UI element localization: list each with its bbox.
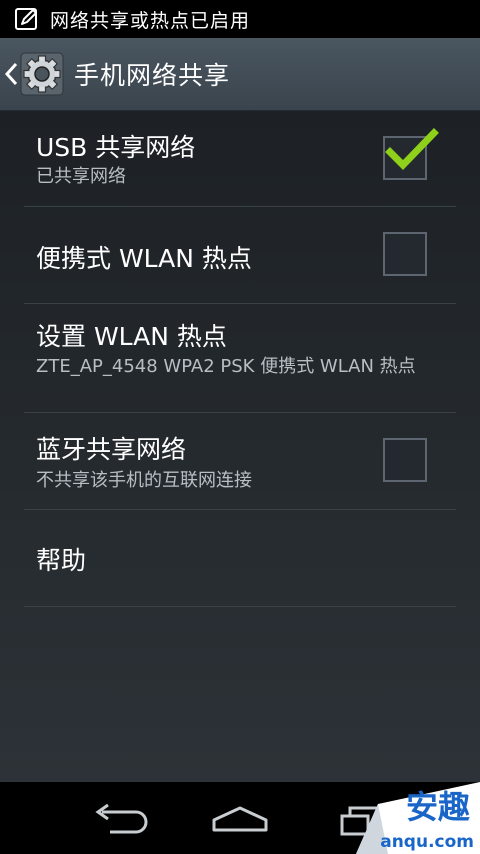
- bluetooth-tethering-checkbox[interactable]: [383, 438, 427, 482]
- back-arrow-icon[interactable]: [88, 798, 152, 838]
- pref-bluetooth-tethering-title: 蓝牙共享网络: [36, 435, 187, 464]
- pref-help[interactable]: 帮助: [24, 510, 456, 607]
- pref-bluetooth-tethering[interactable]: 蓝牙共享网络 不共享该手机的互联网连接: [24, 413, 456, 510]
- pref-usb-tethering-summary: 已共享网络: [36, 166, 126, 187]
- pref-wlan-hotspot-setup-summary: ZTE_AP_4548 WPA2 PSK 便携式 WLAN 热点: [36, 356, 416, 377]
- status-notification-text: 网络共享或热点已启用: [50, 9, 251, 32]
- watermark-logo: 安趣: [405, 788, 470, 826]
- wlan-hotspot-checkbox[interactable]: [383, 232, 427, 276]
- pref-wlan-hotspot[interactable]: 便携式 WLAN 热点: [24, 207, 456, 304]
- watermark-domain: anqu.com: [380, 832, 474, 852]
- action-bar[interactable]: 手机网络共享: [0, 38, 480, 111]
- site-watermark: 安趣 anqu.com: [348, 782, 480, 854]
- page-title: 手机网络共享: [74, 61, 231, 90]
- navigation-bar: 安趣 anqu.com: [0, 782, 480, 854]
- home-icon[interactable]: [208, 798, 272, 838]
- status-bar: 网络共享或热点已启用: [0, 0, 480, 38]
- pref-wlan-hotspot-title: 便携式 WLAN 热点: [36, 244, 252, 273]
- checkmark-icon: [385, 128, 439, 170]
- pref-help-title: 帮助: [36, 546, 87, 575]
- tethering-settings-list: USB 共享网络 已共享网络 便携式 WLAN 热点 设置 WLAN 热点 ZT…: [0, 111, 480, 782]
- usb-tethering-checkbox[interactable]: [383, 128, 439, 180]
- pref-wlan-hotspot-setup[interactable]: 设置 WLAN 热点 ZTE_AP_4548 WPA2 PSK 便携式 WLAN…: [24, 304, 456, 413]
- pref-bluetooth-tethering-summary: 不共享该手机的互联网连接: [36, 470, 252, 491]
- gear-icon[interactable]: [20, 52, 64, 96]
- pref-wlan-hotspot-setup-title: 设置 WLAN 热点: [36, 322, 227, 351]
- pref-usb-tethering[interactable]: USB 共享网络 已共享网络: [24, 111, 456, 207]
- edit-note-icon: [15, 8, 37, 30]
- chevron-left-icon[interactable]: [3, 59, 19, 89]
- pref-usb-tethering-title: USB 共享网络: [36, 133, 196, 162]
